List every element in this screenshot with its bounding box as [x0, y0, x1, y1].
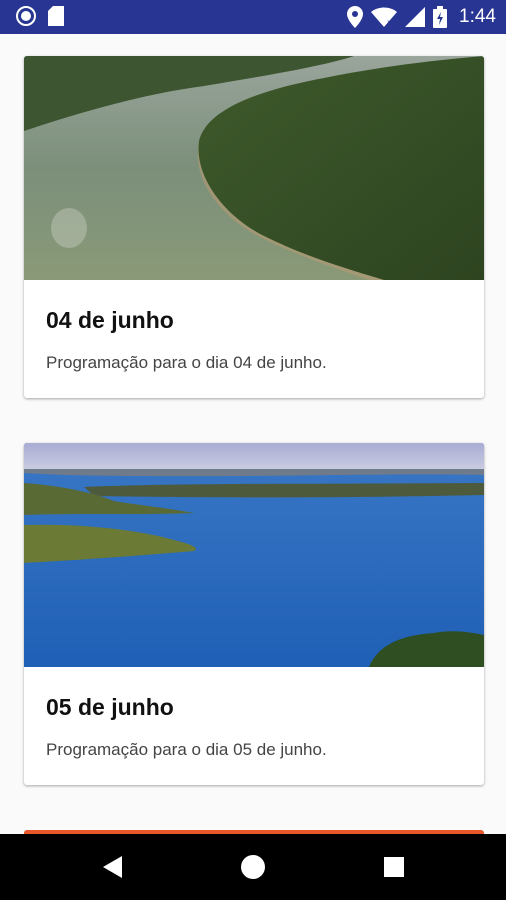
river-forest-image [24, 56, 484, 280]
status-bar: x 1:44 [0, 0, 506, 34]
card-title: 04 de junho [46, 307, 174, 333]
card-05-junho[interactable]: 05 de junho Programação para o dia 05 de… [24, 443, 484, 785]
signal-icon [405, 7, 426, 27]
schedule-list[interactable]: 04 de junho Programação para o dia 04 de… [0, 34, 506, 834]
back-icon[interactable] [98, 852, 128, 882]
svg-text:x: x [387, 18, 392, 27]
card-description: Programação para o dia 04 de junho. [46, 353, 327, 372]
location-icon [347, 6, 364, 28]
card-04-junho[interactable]: 04 de junho Programação para o dia 04 de… [24, 56, 484, 398]
status-time: 1:44 [459, 6, 496, 27]
card-title: 05 de junho [46, 694, 174, 720]
card-description: Programação para o dia 05 de junho. [46, 740, 327, 759]
circle-notification-icon [16, 6, 36, 26]
recents-icon[interactable] [379, 852, 409, 882]
battery-charging-icon [433, 6, 448, 28]
navigation-bar [0, 834, 506, 900]
home-icon[interactable] [238, 852, 268, 882]
blue-lake-image [24, 443, 484, 667]
wifi-icon: x [371, 7, 398, 27]
sd-card-icon [48, 6, 64, 26]
